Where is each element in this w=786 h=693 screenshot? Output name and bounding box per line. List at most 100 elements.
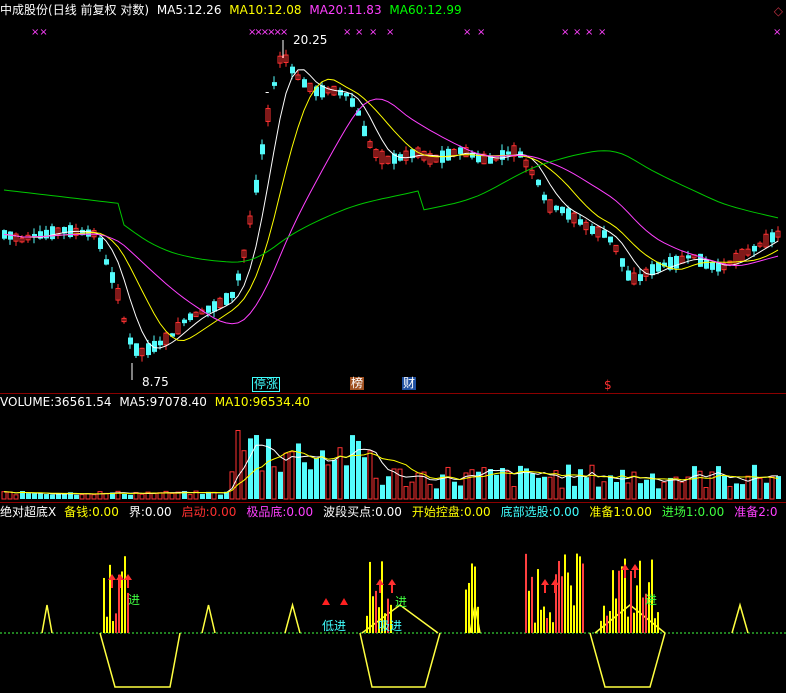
indicator-item-label: 极品底: — [246, 505, 287, 519]
indicator-item: 底部选股:0.00 — [501, 505, 580, 519]
volume-bar — [74, 494, 79, 499]
indicator-item: 启动:0.00 — [182, 505, 237, 519]
volume-bar — [50, 494, 55, 499]
volume-bar — [727, 485, 733, 500]
diamond-icon[interactable]: ◇ — [774, 4, 783, 18]
volume-bar — [248, 438, 253, 499]
volume-bar — [757, 478, 763, 500]
volume-bar — [278, 471, 283, 499]
price-chart[interactable] — [0, 18, 786, 393]
event-dollar[interactable]: $ — [604, 378, 612, 392]
indicator-bar — [543, 606, 545, 633]
indicator-bar — [639, 560, 641, 633]
indicator-bar — [603, 605, 605, 633]
volume-bar — [314, 458, 319, 499]
candle-down — [704, 260, 709, 269]
candle-down — [236, 273, 241, 281]
signal-label: 进 — [645, 593, 657, 607]
volume-bar — [271, 466, 277, 500]
volume-bar — [350, 435, 355, 499]
indicator-bar — [573, 605, 575, 633]
volume-bar — [13, 494, 19, 500]
candle-down — [224, 293, 229, 305]
event-limit-up[interactable]: 停涨 — [252, 377, 281, 392]
candle-down — [110, 272, 115, 283]
indicator-bar — [618, 570, 620, 633]
volume-bar — [524, 468, 529, 499]
indicator-item: 极品底:0.00 — [246, 505, 313, 519]
event-list[interactable]: 榜 — [350, 377, 365, 390]
candle-down — [128, 337, 133, 345]
candle-down — [302, 79, 307, 88]
volume-value: 36561.54 — [54, 395, 112, 409]
indicator-bar — [372, 596, 374, 633]
vol-ma5-label: MA5: — [119, 395, 150, 409]
indicator-bar — [465, 589, 467, 633]
candle-down — [254, 179, 259, 193]
volume-bar — [458, 485, 463, 499]
event-finance[interactable]: 财 — [402, 377, 417, 390]
dash-mark: - — [265, 85, 270, 99]
volume-bar — [740, 484, 745, 499]
volume-bar — [584, 477, 589, 499]
indicator-bar — [534, 622, 536, 633]
stock-chart-window: { "title": { "stock_name": "中成股份", "mode… — [0, 0, 786, 693]
indicator-peak — [731, 602, 749, 634]
candle-down — [272, 82, 277, 86]
indicator-bar — [627, 616, 629, 633]
candle-down — [260, 144, 265, 155]
volume-bar — [32, 493, 37, 499]
volume-bar — [391, 468, 397, 500]
volume-chart[interactable] — [0, 409, 786, 501]
volume-bar — [745, 475, 751, 500]
indicator-item-label: 底部选股: — [500, 505, 553, 519]
volume-bar — [1, 491, 7, 500]
volume-bar — [241, 450, 247, 500]
vol-ma5-value: 97078.40 — [149, 395, 207, 409]
indicator-name: 绝对超底X — [0, 505, 57, 519]
ma20-value: 11.83 — [347, 3, 382, 17]
indicator-item-value: 0.00 — [209, 505, 237, 519]
volume-bar — [536, 477, 541, 499]
volume-bar — [367, 450, 373, 500]
candle-down — [710, 262, 715, 270]
volume-bar — [542, 476, 547, 499]
indicator-bar — [552, 622, 554, 633]
volume-bar — [608, 475, 613, 499]
indicator-item-label: 波段买点: — [323, 505, 376, 519]
candle-down — [230, 291, 235, 299]
volume-bar — [362, 457, 367, 499]
volume-bar — [559, 487, 565, 500]
volume-bar — [38, 493, 43, 499]
candle-down — [560, 206, 565, 214]
volume-bar — [103, 492, 109, 500]
candle-down — [698, 253, 703, 267]
volume-bar — [703, 487, 709, 500]
volume-bar — [91, 494, 97, 500]
volume-bar — [56, 493, 61, 499]
signal-label: 吸进 — [378, 619, 402, 633]
volume-bar — [469, 469, 475, 500]
ma20-label: MA20: — [309, 3, 348, 17]
indicator-chart[interactable]: 进低进 吸进 进 进 — [0, 519, 786, 693]
buy-arrow-icon — [551, 579, 559, 593]
buy-arrow-icon — [631, 564, 639, 578]
indicator-bar — [657, 612, 659, 633]
indicator-bar — [375, 590, 377, 633]
indicator-bar — [124, 556, 126, 633]
indicator-bar — [612, 570, 614, 633]
volume-bar — [722, 475, 727, 499]
indicator-item-value: 0.00 — [286, 505, 314, 519]
vol-ma10-value: 96534.40 — [252, 395, 310, 409]
indicator-item-label: 准备2: — [734, 505, 770, 519]
volume-bar — [200, 493, 205, 499]
candle-down — [752, 245, 757, 252]
candle-down — [188, 313, 193, 321]
candle-down — [542, 194, 547, 201]
indicator-bar — [103, 577, 105, 633]
volume-bar — [235, 430, 241, 500]
candle-down — [458, 147, 463, 154]
candle-down — [554, 205, 559, 211]
volume-bar — [26, 493, 31, 499]
indicator-bar — [579, 556, 581, 633]
